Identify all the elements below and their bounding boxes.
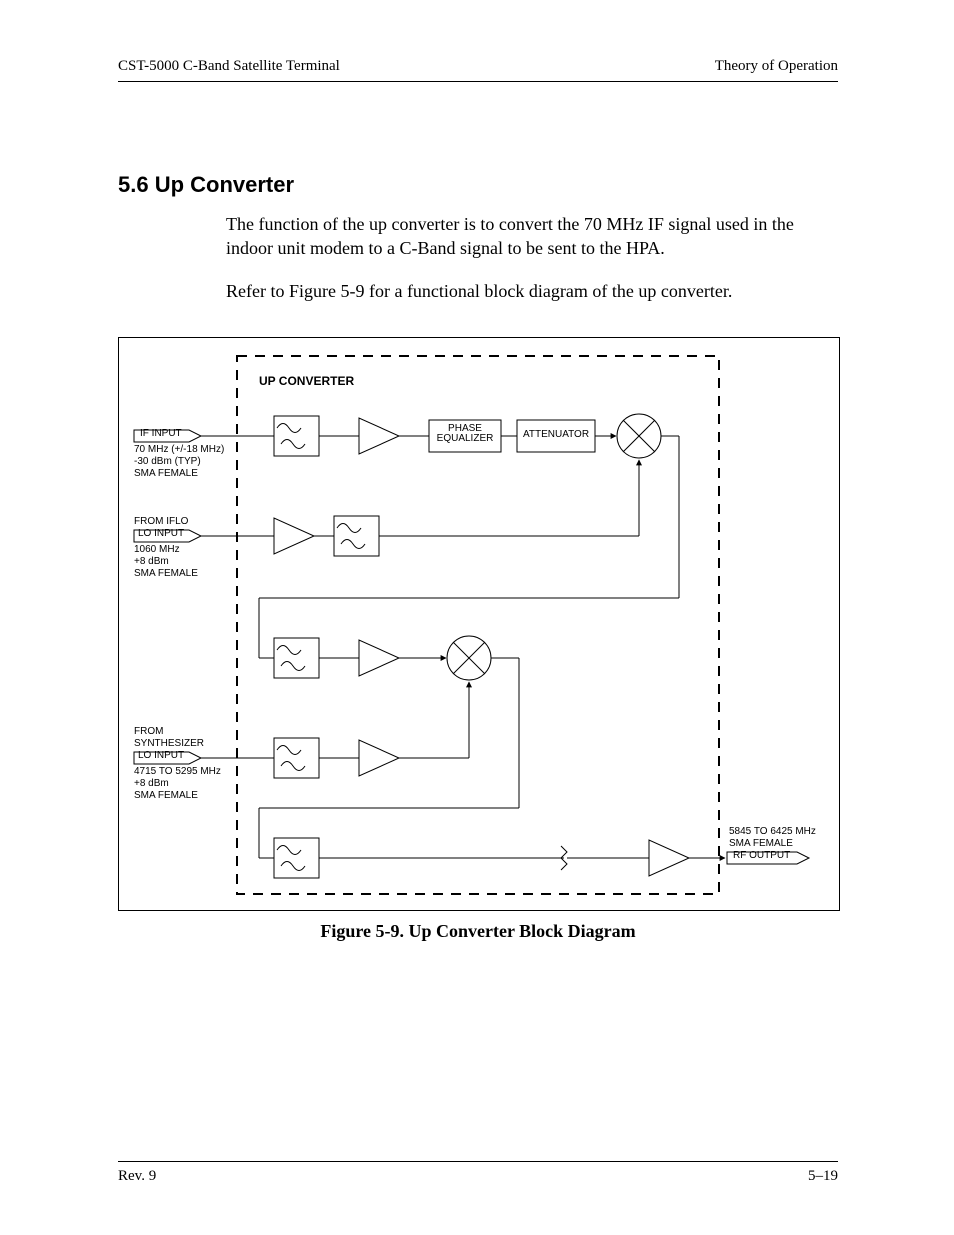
- paragraph-1: The function of the up converter is to c…: [226, 212, 838, 261]
- rf-detail-2: SMA FEMALE: [729, 838, 793, 850]
- lo2-from-label-2: SYNTHESIZER: [134, 738, 204, 750]
- page-footer: Rev. 9 5–19: [118, 1161, 838, 1185]
- footer-right: 5–19: [808, 1168, 838, 1185]
- lo1-detail-3: SMA FEMALE: [134, 568, 198, 580]
- footer-rule: [118, 1161, 838, 1162]
- lo2-from-label-1: FROM: [134, 726, 163, 738]
- lo1-label: LO INPUT: [138, 528, 184, 540]
- if-input-detail-2: -30 dBm (TYP): [134, 456, 201, 468]
- if-input-detail-3: SMA FEMALE: [134, 468, 198, 480]
- lo2-label: LO INPUT: [138, 750, 184, 762]
- if-input-detail-1: 70 MHz (+/-18 MHz): [134, 444, 224, 456]
- block-diagram-figure: UP CONVERTER IF INPUT 70 MHz (+/-18 MHz)…: [118, 337, 840, 911]
- lo1-from-label: FROM IFLO: [134, 516, 188, 528]
- section-heading: 5.6 Up Converter: [118, 172, 838, 198]
- body-text: The function of the up converter is to c…: [226, 212, 838, 303]
- rf-output-label: RF OUTPUT: [733, 850, 790, 862]
- rf-detail-1: 5845 TO 6425 MHz: [729, 826, 816, 838]
- lo2-detail-2: +8 dBm: [134, 778, 169, 790]
- paragraph-2: Refer to Figure 5-9 for a functional blo…: [226, 279, 838, 303]
- footer-left: Rev. 9: [118, 1168, 156, 1185]
- lo2-detail-1: 4715 TO 5295 MHz: [134, 766, 221, 778]
- if-input-label: IF INPUT: [140, 428, 182, 440]
- lo1-detail-1: 1060 MHz: [134, 544, 180, 556]
- lo2-detail-3: SMA FEMALE: [134, 790, 198, 802]
- figure-caption: Figure 5-9. Up Converter Block Diagram: [118, 921, 838, 942]
- running-header: CST-5000 C-Band Satellite Terminal Theor…: [118, 58, 838, 75]
- attenuator-label: ATTENUATOR: [519, 430, 593, 441]
- header-rule: [118, 81, 838, 82]
- header-right: Theory of Operation: [715, 58, 838, 75]
- header-left: CST-5000 C-Band Satellite Terminal: [118, 58, 340, 75]
- diagram-title: UP CONVERTER: [259, 374, 354, 388]
- phase-equalizer-label: PHASE EQUALIZER: [431, 424, 499, 445]
- lo1-detail-2: +8 dBm: [134, 556, 169, 568]
